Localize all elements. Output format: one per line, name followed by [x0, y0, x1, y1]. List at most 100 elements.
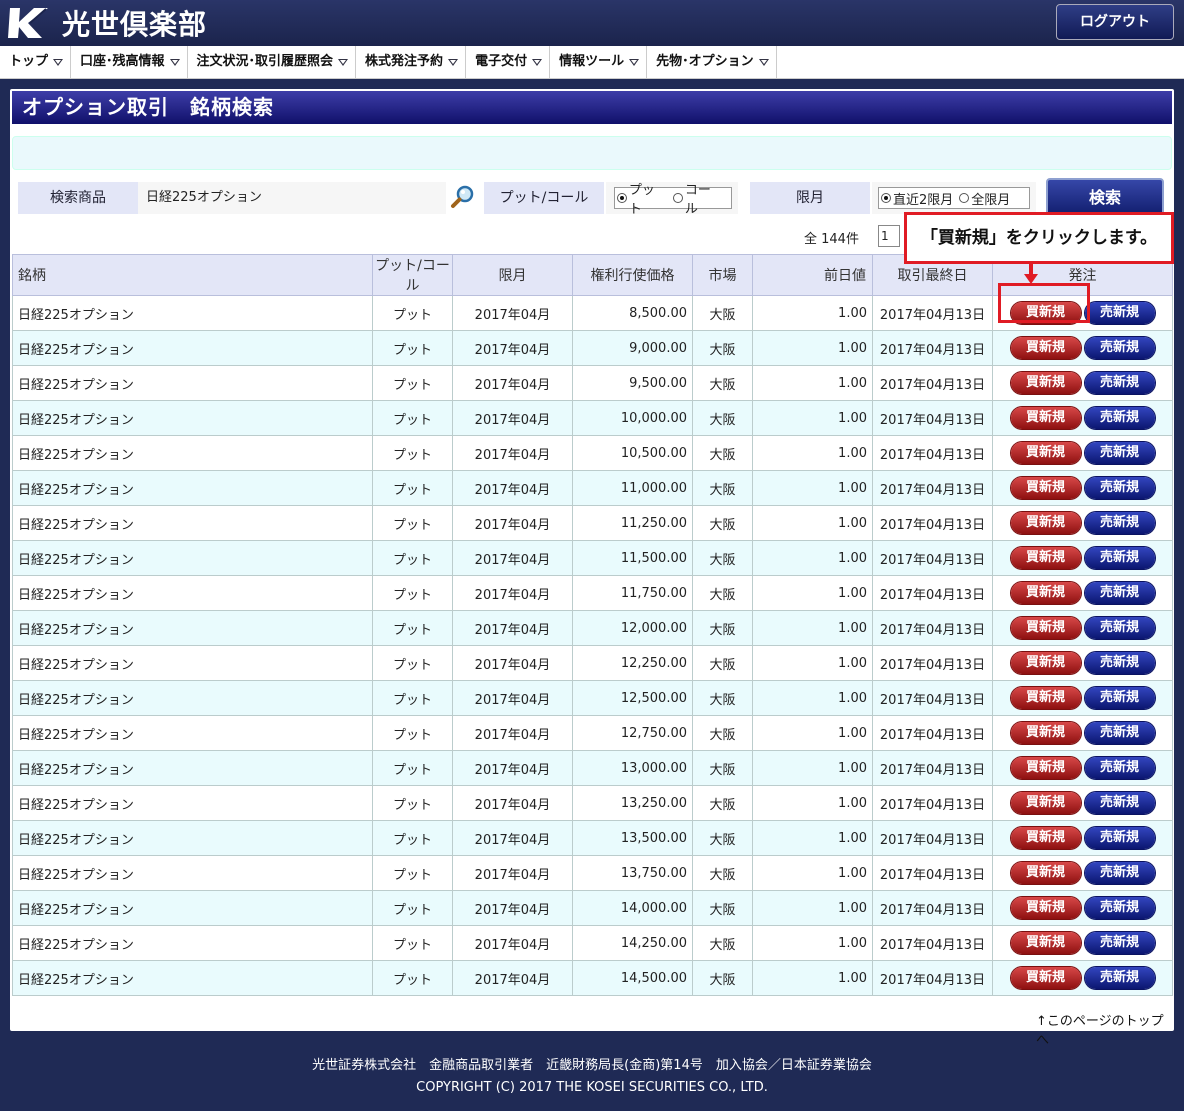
logo[interactable]: 光世倶楽部: [6, 5, 207, 41]
search-icon[interactable]: [450, 184, 476, 210]
buy-new-button[interactable]: 買新規: [1010, 442, 1081, 464]
buy-new-button[interactable]: 買新規: [1010, 792, 1081, 814]
expiry-recent-radio[interactable]: 直近2限月: [881, 189, 953, 208]
buy-new-button[interactable]: 買新規: [1010, 757, 1081, 779]
buy-new-button[interactable]: 買新規: [1010, 722, 1081, 744]
call-radio[interactable]: コール: [673, 179, 723, 217]
sell-new-button[interactable]: 売新規: [1084, 337, 1155, 359]
cell-prev: 1.00: [752, 680, 873, 716]
nav-item-orders[interactable]: 注文状況･取引履歴照会: [188, 46, 357, 78]
buy-new-button[interactable]: 買新規: [1010, 967, 1081, 989]
sell-new-button[interactable]: 売新規: [1084, 862, 1155, 884]
sell-new-button[interactable]: 売新規: [1084, 827, 1155, 849]
sell-new-button[interactable]: 売新規: [1084, 932, 1155, 954]
buy-new-button[interactable]: 買新規: [1010, 827, 1081, 849]
page-select[interactable]: 1: [878, 225, 900, 247]
buy-new-button[interactable]: 買新規: [1010, 477, 1081, 499]
cell-strike: 9,500.00: [572, 365, 693, 401]
cell-strike: 11,250.00: [572, 505, 693, 541]
cell-last-day: 2017年04月13日: [872, 505, 993, 541]
cell-order: 買新規 売新規: [992, 820, 1173, 856]
buy-new-button[interactable]: 買新規: [1010, 862, 1081, 884]
cell-strike: 14,000.00: [572, 890, 693, 926]
nav-item-reservation[interactable]: 株式発注予約: [356, 46, 467, 78]
cell-order: 買新規 売新規: [992, 470, 1173, 506]
sell-new-button[interactable]: 売新規: [1084, 722, 1155, 744]
nav-item-label: 口座･残高情報: [80, 54, 165, 69]
cell-strike: 12,750.00: [572, 715, 693, 751]
radio-off-icon: [959, 193, 970, 203]
cell-putcall: プット: [372, 645, 453, 681]
sell-new-button[interactable]: 売新規: [1084, 582, 1155, 604]
cell-order: 買新規 売新規: [992, 750, 1173, 786]
put-radio[interactable]: プット: [617, 179, 667, 217]
nav-item-account[interactable]: 口座･残高情報: [71, 46, 188, 78]
buy-new-button[interactable]: 買新規: [1010, 932, 1081, 954]
cell-market: 大阪: [692, 715, 753, 751]
annotation-highlight: [998, 283, 1090, 323]
product-select[interactable]: 日経225オプション: [146, 182, 446, 214]
sell-new-button[interactable]: 売新規: [1084, 652, 1155, 674]
cell-month: 2017年04月: [452, 540, 573, 576]
cell-putcall: プット: [372, 575, 453, 611]
cell-market: 大阪: [692, 400, 753, 436]
cell-last-day: 2017年04月13日: [872, 365, 993, 401]
logout-button[interactable]: ログアウト: [1056, 4, 1174, 40]
cell-name: 日経225オプション: [12, 540, 373, 576]
cell-name: 日経225オプション: [12, 400, 373, 436]
cell-prev: 1.00: [752, 960, 873, 996]
buy-new-button[interactable]: 買新規: [1010, 652, 1081, 674]
table-row: 日経225オプション プット 2017年04月 12,750.00 大阪 1.00 2017…: [12, 715, 1173, 751]
nav-item-label: 株式発注予約: [365, 54, 444, 69]
sell-new-button[interactable]: 売新規: [1084, 897, 1155, 919]
sell-new-button[interactable]: 売新規: [1084, 372, 1155, 394]
buy-new-button[interactable]: 買新規: [1010, 407, 1081, 429]
buy-new-button[interactable]: 買新規: [1010, 337, 1081, 359]
cell-name: 日経225オプション: [12, 505, 373, 541]
cell-market: 大阪: [692, 820, 753, 856]
cell-last-day: 2017年04月13日: [872, 435, 993, 471]
sell-new-button[interactable]: 売新規: [1084, 547, 1155, 569]
cell-name: 日経225オプション: [12, 925, 373, 961]
sell-new-button[interactable]: 売新規: [1084, 967, 1155, 989]
cell-month: 2017年04月: [452, 365, 573, 401]
sell-new-button[interactable]: 売新規: [1084, 442, 1155, 464]
cell-strike: 12,500.00: [572, 680, 693, 716]
buy-new-button[interactable]: 買新規: [1010, 372, 1081, 394]
cell-putcall: プット: [372, 435, 453, 471]
cell-last-day: 2017年04月13日: [872, 715, 993, 751]
cell-order: 買新規 売新規: [992, 575, 1173, 611]
cell-prev: 1.00: [752, 645, 873, 681]
buy-new-button[interactable]: 買新規: [1010, 687, 1081, 709]
buy-new-button[interactable]: 買新規: [1010, 617, 1081, 639]
cell-last-day: 2017年04月13日: [872, 750, 993, 786]
sell-new-button[interactable]: 売新規: [1084, 617, 1155, 639]
nav-item-top[interactable]: トップ: [0, 46, 72, 78]
cell-prev: 1.00: [752, 750, 873, 786]
logo-k-icon: [8, 8, 48, 38]
chevron-down-icon: [448, 58, 459, 66]
sell-new-button[interactable]: 売新規: [1084, 757, 1155, 779]
col-header-name: 銘柄: [12, 254, 373, 296]
cell-name: 日経225オプション: [12, 610, 373, 646]
cell-strike: 13,000.00: [572, 750, 693, 786]
table-row: 日経225オプション プット 2017年04月 11,750.00 大阪 1.00 2017…: [12, 575, 1173, 611]
buy-new-button[interactable]: 買新規: [1010, 512, 1081, 534]
cell-month: 2017年04月: [452, 470, 573, 506]
buy-new-button[interactable]: 買新規: [1010, 897, 1081, 919]
nav-item-info-tools[interactable]: 情報ツール: [550, 46, 648, 78]
sell-new-button[interactable]: 売新規: [1084, 792, 1155, 814]
buy-new-button[interactable]: 買新規: [1010, 547, 1081, 569]
sell-new-button[interactable]: 売新規: [1084, 477, 1155, 499]
col-header-prev: 前日値: [752, 254, 873, 296]
expiry-all-radio[interactable]: 全限月: [959, 189, 1010, 208]
sell-new-button[interactable]: 売新規: [1084, 302, 1155, 324]
sell-new-button[interactable]: 売新規: [1084, 687, 1155, 709]
expiry-label: 限月: [750, 182, 870, 214]
buy-new-button[interactable]: 買新規: [1010, 582, 1081, 604]
sell-new-button[interactable]: 売新規: [1084, 407, 1155, 429]
nav-item-e-delivery[interactable]: 電子交付: [466, 46, 551, 78]
cell-putcall: プット: [372, 750, 453, 786]
nav-item-futures-options[interactable]: 先物･オプション: [647, 46, 777, 78]
sell-new-button[interactable]: 売新規: [1084, 512, 1155, 534]
